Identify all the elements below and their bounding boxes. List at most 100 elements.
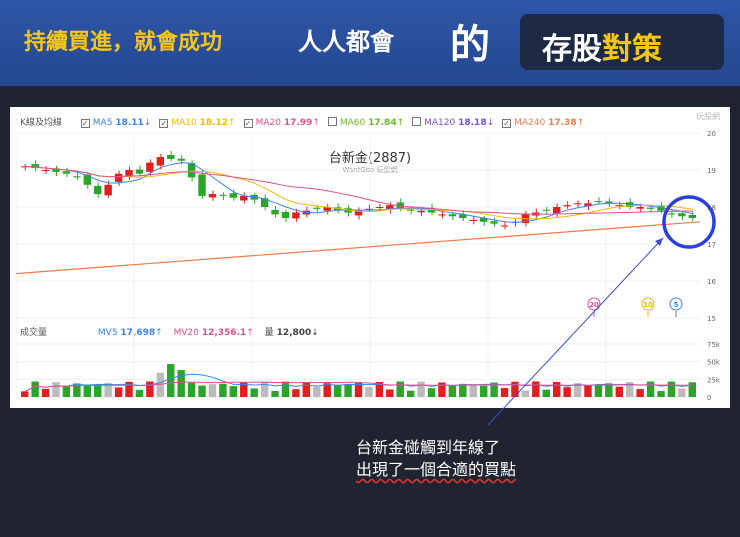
volume-bar <box>552 381 561 397</box>
candle <box>636 207 644 209</box>
price-tick: 16 <box>707 278 716 286</box>
volume-bar <box>636 389 644 397</box>
ma-marker-label: 20 <box>589 301 599 309</box>
volume-bar <box>292 389 300 397</box>
price-volume-chart: 20 19 18 17 16 15 75k 50k 25k 0 20 10 5 <box>15 130 721 402</box>
candle <box>667 213 676 215</box>
volume-bar <box>532 381 540 397</box>
candle <box>500 225 509 227</box>
volume-bar <box>521 390 530 397</box>
note-line-2: 出現了一個合適的買點 <box>356 460 517 479</box>
volume-bar <box>135 389 144 397</box>
strategy-b: 對策 <box>602 32 662 67</box>
volume-tick: 50k <box>707 359 721 367</box>
candle <box>41 170 50 172</box>
candle <box>573 203 582 205</box>
volume-bar <box>459 383 467 397</box>
ma-marker-label: 5 <box>674 301 679 309</box>
volume-bar <box>427 388 436 397</box>
volume-bar <box>271 390 279 397</box>
volume-bar <box>167 364 175 397</box>
banner-everyone: 人人都會 <box>298 28 394 56</box>
candle <box>135 169 144 174</box>
volume-bar <box>594 384 603 397</box>
candle <box>125 170 133 177</box>
volume-bar <box>198 385 206 397</box>
volume-bar <box>177 370 185 397</box>
price-tick: 18 <box>707 204 716 212</box>
volume-tick: 25k <box>707 376 721 384</box>
candle <box>542 209 550 211</box>
candle <box>104 184 112 196</box>
price-tick: 15 <box>707 315 716 323</box>
volume-bar <box>688 382 696 397</box>
volume-bar <box>396 381 404 397</box>
volume-bar <box>21 391 29 397</box>
banner-de: 的 <box>450 22 490 68</box>
volume-bar <box>406 390 415 397</box>
volume-bar <box>344 384 352 397</box>
price-tick: 19 <box>707 167 716 175</box>
candle <box>219 194 227 196</box>
candle <box>448 214 457 217</box>
volume-bar <box>250 388 258 397</box>
volume-bar <box>260 381 269 397</box>
candle <box>73 176 81 178</box>
candle <box>156 157 165 166</box>
candle <box>167 154 175 159</box>
candle <box>469 219 477 222</box>
volume-bar <box>563 387 571 397</box>
price-tick: 17 <box>707 241 716 249</box>
volume-bar <box>31 381 39 397</box>
volume-bar <box>678 388 686 397</box>
strategy-a: 存股 <box>542 32 602 67</box>
candle <box>594 201 603 203</box>
candle <box>490 221 498 224</box>
volume-bar <box>333 384 342 397</box>
candle <box>281 211 290 219</box>
volume-bar <box>469 383 477 397</box>
note-line-1: 台新金碰觸到年線了 <box>356 438 501 457</box>
candle <box>94 185 102 195</box>
volume-bar <box>615 386 623 397</box>
candle <box>177 158 185 161</box>
volume-bar <box>313 386 321 397</box>
volume-bar <box>62 386 71 397</box>
stock-chart-panel: K線及均線 ✓ MA5 18.11↓ ✓ MA10 18.12↑ ✓ MA20 17.99… <box>10 107 730 408</box>
ma-marker-label: 10 <box>643 301 653 309</box>
candle <box>313 207 321 209</box>
volume-bar <box>41 388 50 397</box>
volume-bar <box>94 385 102 397</box>
candle <box>146 162 154 172</box>
volume-bar <box>584 385 592 397</box>
volume-tick: 0 <box>707 394 711 402</box>
banner-strategy: 存股對策 <box>520 14 724 70</box>
candle <box>375 207 384 208</box>
volume-bar <box>542 389 550 397</box>
candle <box>417 210 425 213</box>
candle <box>198 174 206 196</box>
candle <box>563 205 571 207</box>
volume-bar <box>208 384 217 397</box>
volume-bar <box>281 381 290 397</box>
volume-bar <box>354 383 363 397</box>
volume-bar <box>302 382 311 397</box>
candle <box>438 214 446 216</box>
volume-tick: 75k <box>707 341 721 349</box>
candle <box>114 173 123 182</box>
candle <box>688 214 696 219</box>
candle <box>229 193 238 198</box>
volume-bar <box>229 386 238 397</box>
volume-bar <box>52 382 60 397</box>
annotation-note: 台新金碰觸到年線了 出現了一個合適的買點 <box>356 437 516 481</box>
volume-bar <box>114 387 123 397</box>
banner-slogan: 持續買進，就會成功 <box>24 30 223 55</box>
volume-bar <box>187 382 196 397</box>
volume-bar <box>417 381 425 397</box>
price-tick: 20 <box>707 130 716 138</box>
volume-bar <box>500 388 509 397</box>
volume-bar <box>365 387 373 397</box>
volume-bar <box>219 383 227 397</box>
volume-bar <box>657 391 665 397</box>
candle <box>406 209 415 211</box>
